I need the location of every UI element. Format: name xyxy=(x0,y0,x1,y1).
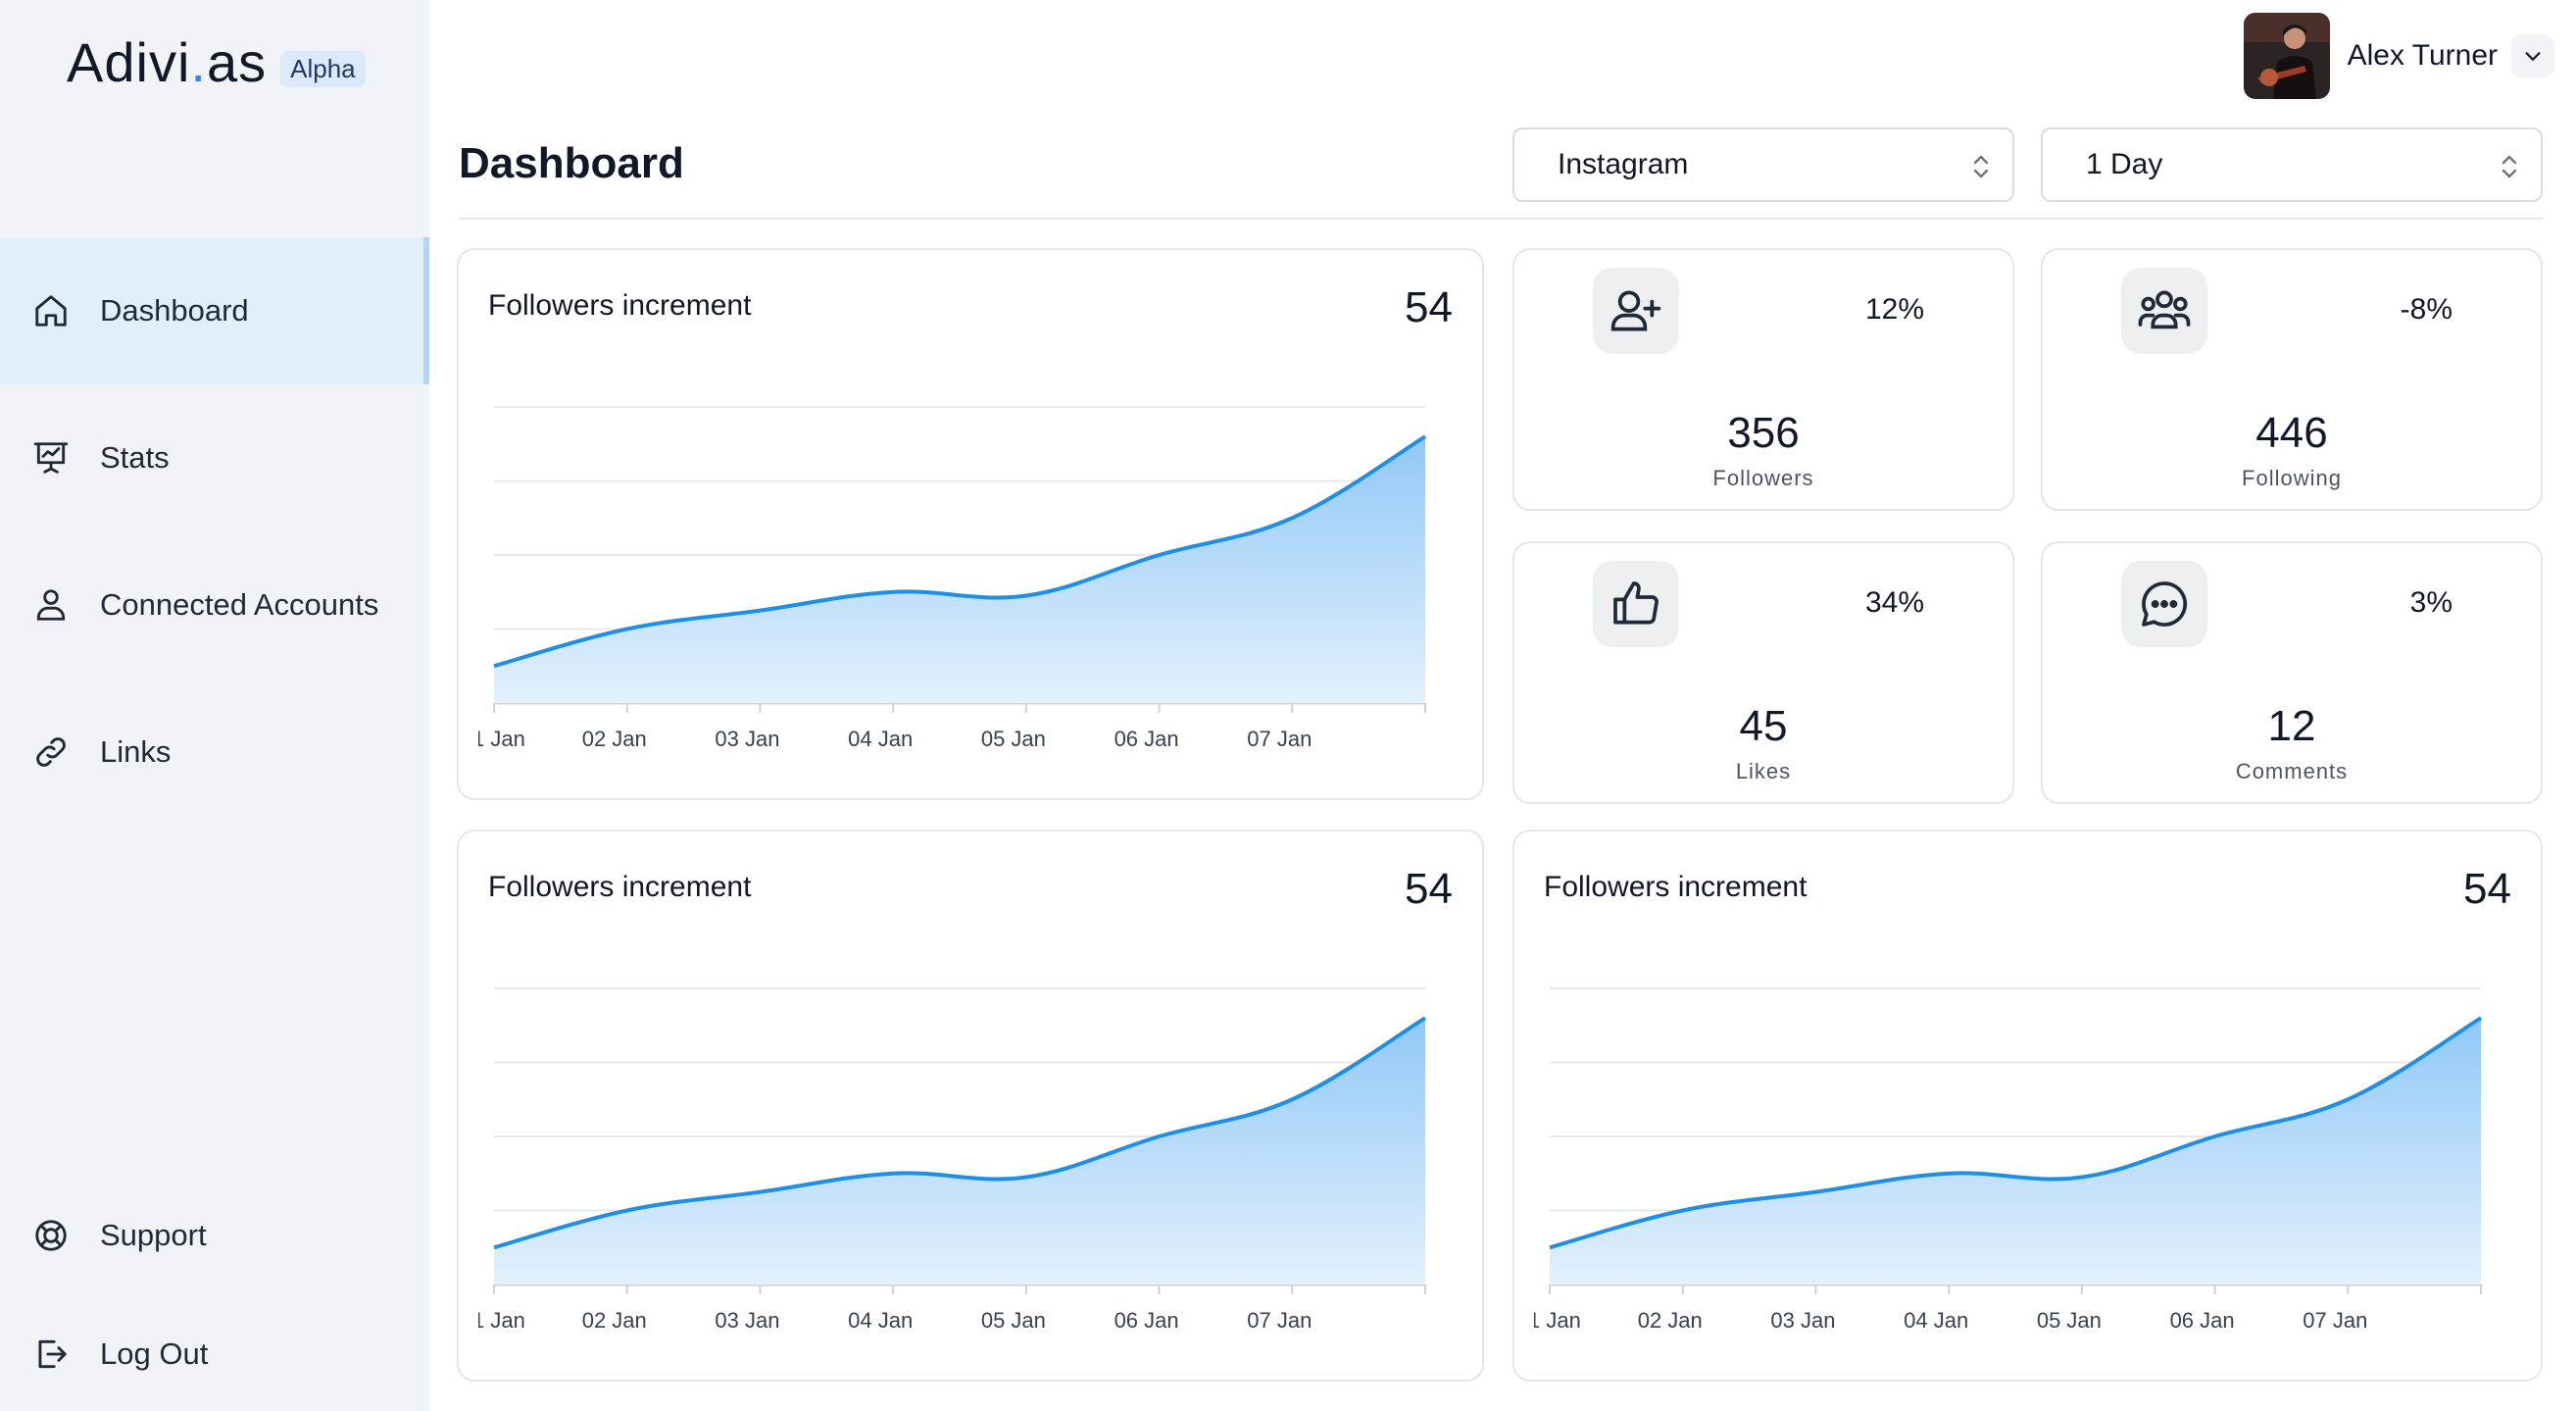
chart-card-value: 54 xyxy=(2463,865,2511,913)
stat-label: Followers xyxy=(1712,466,1814,490)
brand-name: Adivi.as xyxy=(67,30,268,93)
x-tick-label: 06 Jan xyxy=(1115,1308,1179,1333)
user-name: Alex Turner xyxy=(2347,39,2498,72)
stat-value: 12 xyxy=(2267,702,2316,750)
x-tick-label: 02 Jan xyxy=(582,727,647,751)
x-tick-label: 06 Jan xyxy=(2170,1308,2235,1333)
chat-bubble-icon xyxy=(2121,561,2207,647)
x-tick-label: 1 Jan xyxy=(478,1308,525,1333)
sidebar-item-stats[interactable]: Stats xyxy=(0,384,429,531)
sidebar-item-logout[interactable]: Log Out xyxy=(0,1281,429,1411)
stat-card-likes: 34% 45 Likes xyxy=(1512,541,2014,804)
x-tick-label: 1 Jan xyxy=(478,727,525,751)
followers-area-chart: 1 Jan 02 Jan 03 Jan 04 Jan 05 Jan 06 Jan 07 Ja… xyxy=(478,987,1427,1333)
period-select[interactable]: 1 Day xyxy=(2041,127,2543,202)
alpha-badge: Alpha xyxy=(280,50,366,87)
sidebar-item-connected-accounts[interactable]: Connected Accounts xyxy=(0,531,429,679)
x-tick-label: 03 Jan xyxy=(715,727,779,751)
thumbs-up-icon xyxy=(1593,561,1679,647)
platform-select[interactable]: Instagram xyxy=(1512,127,2014,202)
chart-card-followers: Followers increment 54 1 Jan 02 Jan 03 Jan… xyxy=(1512,830,2543,1382)
chevron-down-icon[interactable] xyxy=(2511,34,2554,77)
user-plus-icon xyxy=(1593,268,1679,354)
x-tick-label: 07 Jan xyxy=(1247,1308,1312,1333)
x-tick-label: 06 Jan xyxy=(1115,727,1179,751)
header-divider xyxy=(459,218,2543,220)
sidebar-item-label: Log Out xyxy=(100,1336,209,1371)
sidebar-item-dashboard[interactable]: Dashboard xyxy=(0,237,429,384)
stat-label: Comments xyxy=(2235,759,2349,783)
chart-area-fill xyxy=(1550,1018,2481,1285)
sidebar-item-links[interactable]: Links xyxy=(0,679,429,826)
presentation-chart-icon xyxy=(31,438,71,478)
x-tick-label: 07 Jan xyxy=(1247,727,1312,751)
stat-change: 12% xyxy=(1864,293,1924,326)
chart-card-value: 54 xyxy=(1405,283,1453,331)
stat-change: 3% xyxy=(2409,586,2452,619)
avatar[interactable] xyxy=(2243,13,2330,99)
x-tick-label: 03 Jan xyxy=(715,1308,779,1333)
x-tick-label: 04 Jan xyxy=(848,1308,913,1333)
sidebar-item-label: Connected Accounts xyxy=(100,587,379,622)
stat-card-comments: 3% 12 Comments xyxy=(2041,541,2543,804)
x-tick-label: 07 Jan xyxy=(2303,1308,2367,1333)
stat-card-followers: 12% 356 Followers xyxy=(1512,248,2014,511)
x-tick-label: 03 Jan xyxy=(1770,1308,1835,1333)
page-title: Dashboard xyxy=(459,139,684,187)
x-tick-label: 04 Jan xyxy=(848,727,913,751)
user-group-icon xyxy=(2121,268,2207,354)
chart-area-fill xyxy=(494,436,1425,703)
chart-area-fill xyxy=(494,1018,1425,1285)
stat-value: 446 xyxy=(2255,409,2328,457)
lifebuoy-icon xyxy=(31,1216,71,1255)
chart-card-title: Followers increment xyxy=(488,871,752,903)
followers-area-chart: 1 Jan 02 Jan 03 Jan 04 Jan 05 Jan 06 Jan 07 Ja… xyxy=(1534,987,2483,1333)
x-tick-label: 02 Jan xyxy=(1638,1308,1703,1333)
sidebar: Adivi.as Alpha Dashboard Stats Connected… xyxy=(0,0,429,1411)
user-icon xyxy=(31,585,71,625)
x-tick-label: 04 Jan xyxy=(1904,1308,1968,1333)
period-select-value: 1 Day xyxy=(2086,148,2163,180)
stat-label: Likes xyxy=(1735,759,1792,783)
link-icon xyxy=(31,732,71,772)
platform-select-value: Instagram xyxy=(1558,148,1689,180)
chart-card-followers: Followers increment 54 1 Jan 02 Jan 03 Jan… xyxy=(457,248,1484,800)
x-tick-label: 05 Jan xyxy=(981,727,1046,751)
select-arrows-icon xyxy=(1973,155,1989,178)
sidebar-item-label: Dashboard xyxy=(100,293,249,328)
logout-icon xyxy=(31,1335,71,1374)
user-menu[interactable]: Alex Turner xyxy=(2243,12,2554,100)
stat-card-following: -8% 446 Following xyxy=(2041,248,2543,511)
chart-card-value: 54 xyxy=(1405,865,1453,913)
brand-logo[interactable]: Adivi.as Alpha xyxy=(67,27,366,96)
chart-card-title: Followers increment xyxy=(1544,871,1808,903)
chart-card-followers: Followers increment 54 1 Jan 02 Jan 03 Jan… xyxy=(457,830,1484,1382)
stat-change: -8% xyxy=(2400,293,2452,326)
stat-value: 356 xyxy=(1727,409,1800,457)
sidebar-item-label: Stats xyxy=(100,440,170,475)
x-tick-label: 02 Jan xyxy=(582,1308,647,1333)
stat-value: 45 xyxy=(1739,702,1788,750)
stat-label: Following xyxy=(2242,466,2342,490)
chart-card-title: Followers increment xyxy=(488,289,752,322)
select-arrows-icon xyxy=(2502,155,2517,178)
sidebar-item-label: Support xyxy=(100,1218,207,1252)
x-tick-label: 05 Jan xyxy=(2037,1308,2102,1333)
home-icon xyxy=(31,291,71,330)
followers-area-chart: 1 Jan 02 Jan 03 Jan 04 Jan 05 Jan 06 Jan 07 Ja… xyxy=(478,406,1427,751)
stat-change: 34% xyxy=(1864,586,1924,619)
x-tick-label: 1 Jan xyxy=(1534,1308,1581,1333)
sidebar-item-label: Links xyxy=(100,734,172,769)
x-tick-label: 05 Jan xyxy=(981,1308,1046,1333)
